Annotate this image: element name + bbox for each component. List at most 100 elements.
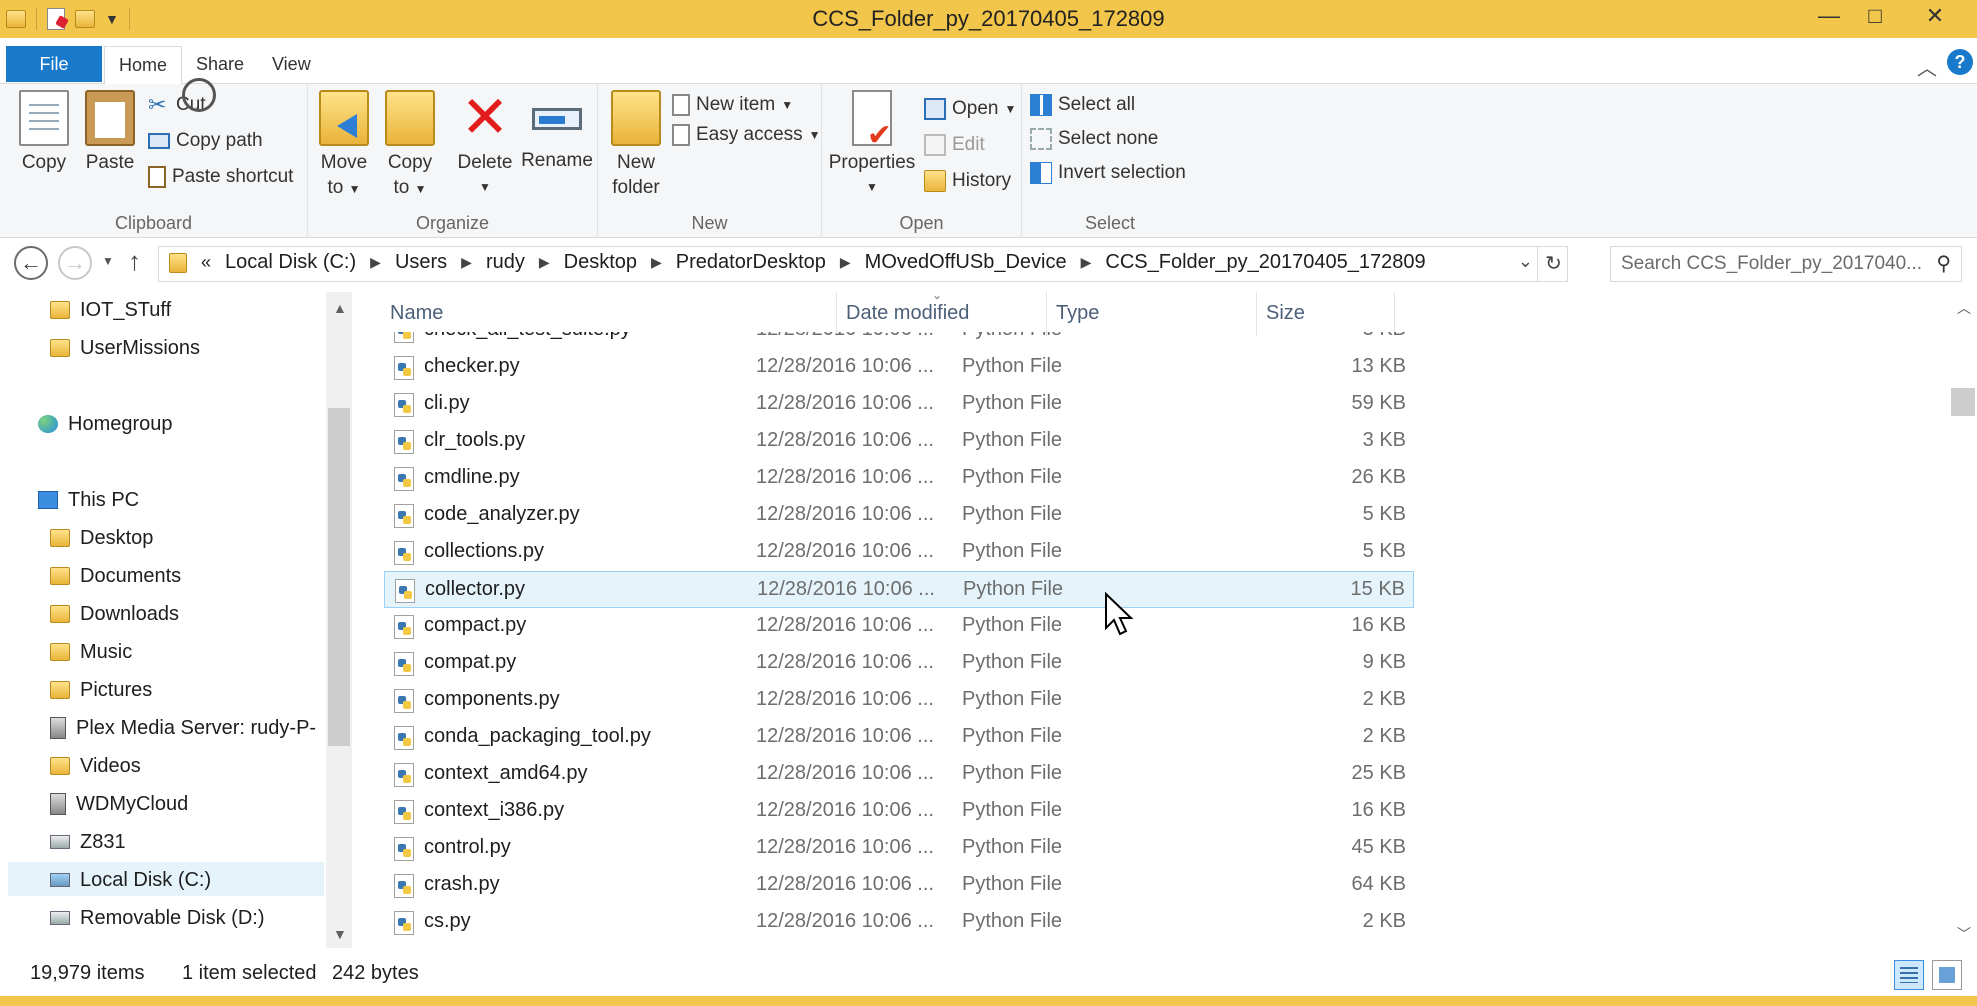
breadcrumb-item[interactable]: CCS_Folder_py_20170405_172809 — [1105, 251, 1425, 274]
nav-item-plex-media-server[interactable]: Plex Media Server: rudy-P- — [50, 712, 316, 744]
nav-item-z831[interactable]: Z831 — [50, 826, 126, 858]
delete-button[interactable]: ✕ Delete ▼ — [452, 89, 518, 200]
file-row[interactable]: collections.py 12/28/2016 10:06 ... Python… — [384, 534, 1414, 571]
column-header-type[interactable]: Type — [1056, 302, 1099, 325]
nav-item-music[interactable]: Music — [50, 636, 132, 668]
rename-button[interactable]: Rename — [520, 90, 594, 173]
properties-button[interactable]: Properties ▼ — [826, 90, 918, 200]
address-dropdown-chevron-icon[interactable]: ⌄ — [1518, 251, 1533, 272]
recent-locations-chevron-icon[interactable]: ▼ — [102, 254, 114, 268]
column-divider[interactable] — [1046, 292, 1047, 336]
edit-button[interactable]: Edit — [924, 134, 985, 156]
open-button[interactable]: Open ▼ — [924, 98, 1016, 120]
file-row[interactable]: collector.py 12/28/2016 10:06 ... Python F… — [384, 571, 1414, 608]
nav-item-downloads[interactable]: Downloads — [50, 598, 179, 630]
nav-item-iot-stuff[interactable]: IOT_STuff — [50, 294, 171, 326]
column-header-size[interactable]: Size — [1266, 302, 1305, 325]
nav-item-usermissions[interactable]: UserMissions — [50, 332, 200, 364]
copy-button[interactable]: Copy — [18, 90, 70, 175]
breadcrumb-item[interactable]: Desktop — [564, 251, 637, 274]
cut-button[interactable]: ✂ Cut — [148, 78, 216, 116]
maximize-button[interactable]: □ — [1852, 0, 1898, 32]
breadcrumb-item[interactable]: Local Disk (C:) — [225, 251, 356, 274]
column-divider[interactable] — [836, 292, 837, 336]
nav-item-documents[interactable]: Documents — [50, 560, 181, 592]
nav-item-pictures[interactable]: Pictures — [50, 674, 152, 706]
file-list-scrollbar-thumb[interactable] — [1951, 388, 1975, 416]
breadcrumb-overflow[interactable]: « — [201, 252, 211, 273]
chevron-right-icon[interactable]: ▶ — [1081, 254, 1092, 271]
scroll-down-icon[interactable]: ﹀ — [1957, 924, 1971, 944]
nav-item-removable-disk-d[interactable]: Removable Disk (D:) — [50, 902, 264, 934]
help-icon[interactable]: ? — [1947, 49, 1973, 75]
address-bar[interactable]: « Local Disk (C:) ▶ Users ▶ rudy ▶ Deskt… — [158, 246, 1568, 282]
scroll-down-icon[interactable]: ▼ — [333, 926, 347, 942]
select-none-button[interactable]: Select none — [1030, 128, 1158, 150]
file-row[interactable]: components.py 12/28/2016 10:06 ... Python … — [384, 682, 1414, 719]
minimize-button[interactable]: — — [1806, 0, 1852, 32]
file-row[interactable]: context_i386.py 12/28/2016 10:06 ... Pytho… — [384, 793, 1414, 830]
tab-home[interactable]: Home — [104, 46, 183, 85]
file-row[interactable]: code_analyzer.py 12/28/2016 10:06 ... Pyth… — [384, 497, 1414, 534]
nav-scrollbar[interactable]: ▲ ▼ — [326, 292, 352, 948]
chevron-right-icon[interactable]: ▶ — [651, 254, 662, 271]
close-button[interactable]: ✕ — [1912, 0, 1958, 32]
column-divider[interactable] — [1394, 292, 1395, 336]
file-row[interactable]: clr_tools.py 12/28/2016 10:06 ... Python F… — [384, 423, 1414, 460]
nav-item-local-disk-c[interactable]: Local Disk (C:) — [50, 864, 211, 896]
chevron-right-icon[interactable]: ▶ — [840, 254, 851, 271]
file-row[interactable]: cmdline.py 12/28/2016 10:06 ... Python Fil… — [384, 460, 1414, 497]
file-row[interactable]: check_all_test_suite.py 12/28/2016 10:06 … — [384, 332, 1414, 349]
file-row[interactable]: crash.py 12/28/2016 10:06 ... Python File 6… — [384, 867, 1414, 904]
chevron-right-icon[interactable]: ▶ — [461, 254, 472, 271]
file-row[interactable]: cli.py 12/28/2016 10:06 ... Python File 59 … — [384, 386, 1414, 423]
chevron-right-icon[interactable]: ▶ — [370, 254, 381, 271]
search-input[interactable]: Search CCS_Folder_py_2017040... ⚲ — [1610, 246, 1962, 282]
file-list-scrollbar[interactable]: ︿ ﹀ — [1949, 292, 1977, 948]
breadcrumb-item[interactable]: Users — [395, 251, 447, 274]
breadcrumb-item[interactable]: rudy — [486, 251, 525, 274]
file-row[interactable]: compat.py 12/28/2016 10:06 ... Python File… — [384, 645, 1414, 682]
nav-item-wdmycloud[interactable]: WDMyCloud — [50, 788, 188, 820]
copy-to-button[interactable]: Copy to ▼ — [382, 90, 438, 202]
file-row[interactable]: compact.py 12/28/2016 10:06 ... Python Fil… — [384, 608, 1414, 645]
column-divider[interactable] — [1256, 292, 1257, 336]
search-icon[interactable]: ⚲ — [1936, 251, 1951, 276]
large-icons-view-button[interactable] — [1932, 960, 1962, 990]
nav-item-this-pc[interactable]: This PC — [38, 484, 139, 516]
new-item-button[interactable]: New item ▼ — [672, 94, 793, 116]
back-button[interactable]: ← — [14, 246, 48, 280]
collapse-ribbon-chevron-icon[interactable]: ︿ — [1917, 52, 1937, 81]
scroll-up-icon[interactable]: ▲ — [333, 300, 347, 316]
scroll-up-icon[interactable]: ︿ — [1957, 298, 1971, 318]
select-all-button[interactable]: Select all — [1030, 94, 1135, 116]
details-view-button[interactable] — [1894, 960, 1924, 990]
history-button[interactable]: History — [924, 170, 1011, 192]
file-row[interactable]: conda_packaging_tool.py 12/28/2016 10:06 … — [384, 719, 1414, 756]
copy-path-button[interactable]: Copy path — [148, 130, 263, 152]
column-header-date-modified[interactable]: Date modified — [846, 302, 969, 325]
nav-item-desktop[interactable]: Desktop — [50, 522, 153, 554]
file-row[interactable]: control.py 12/28/2016 10:06 ... Python Fil… — [384, 830, 1414, 867]
up-arrow-icon[interactable]: ↑ — [128, 246, 141, 277]
forward-button[interactable]: → — [58, 246, 92, 280]
move-to-button[interactable]: Move to ▼ — [316, 90, 372, 202]
column-header-name[interactable]: Name — [390, 302, 443, 325]
new-folder-button[interactable]: New folder — [608, 90, 664, 200]
refresh-icon[interactable]: ↻ — [1537, 247, 1569, 281]
chevron-right-icon[interactable]: ▶ — [539, 254, 550, 271]
tab-file[interactable]: File — [6, 46, 102, 82]
paste-button[interactable]: Paste — [84, 90, 136, 175]
tab-view[interactable]: View — [258, 46, 325, 84]
breadcrumb-item[interactable]: MOvedOffUSb_Device — [865, 251, 1067, 274]
file-row[interactable]: cs.py 12/28/2016 10:06 ... Python File 2 KB — [384, 904, 1414, 941]
nav-item-videos[interactable]: Videos — [50, 750, 141, 782]
easy-access-button[interactable]: Easy access ▼ — [672, 124, 821, 146]
breadcrumb-item[interactable]: PredatorDesktop — [676, 251, 826, 274]
paste-shortcut-button[interactable]: Paste shortcut — [148, 166, 293, 188]
nav-scrollbar-thumb[interactable] — [328, 408, 350, 746]
invert-selection-button[interactable]: Invert selection — [1030, 162, 1186, 184]
file-row[interactable]: context_amd64.py 12/28/2016 10:06 ... Pyth… — [384, 756, 1414, 793]
nav-item-homegroup[interactable]: Homegroup — [38, 408, 173, 440]
file-row[interactable]: checker.py 12/28/2016 10:06 ... Python Fil… — [384, 349, 1414, 386]
